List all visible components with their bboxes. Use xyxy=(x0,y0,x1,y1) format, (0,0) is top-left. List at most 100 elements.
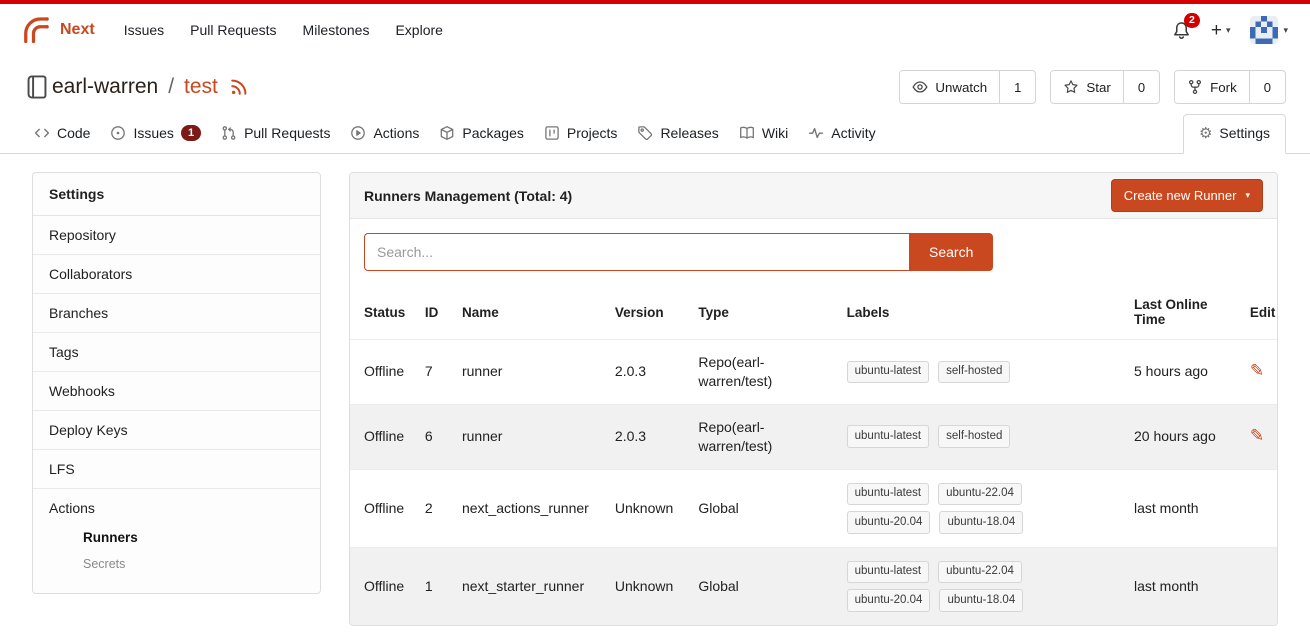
tab-issues[interactable]: Issues 1 xyxy=(100,116,211,153)
sidebar-item-lfs[interactable]: LFS xyxy=(33,450,320,489)
book-icon xyxy=(739,125,755,141)
repo-separator: / xyxy=(168,75,174,99)
col-header-name: Name xyxy=(452,285,605,340)
nav-link-pull-requests[interactable]: Pull Requests xyxy=(177,14,289,46)
sidebar-title: Settings xyxy=(33,173,320,216)
tab-releases[interactable]: Releases xyxy=(627,116,728,153)
sidebar-item-collaborators[interactable]: Collaborators xyxy=(33,255,320,294)
home-link[interactable]: Next xyxy=(22,15,95,45)
runner-type: Global xyxy=(688,547,836,625)
repo-owner-link[interactable]: earl-warren xyxy=(52,75,158,99)
runner-label-chip: ubuntu-22.04 xyxy=(938,483,1022,506)
create-runner-button[interactable]: Create new Runner ▾ xyxy=(1111,179,1263,212)
runner-label-chip: ubuntu-18.04 xyxy=(939,511,1023,534)
caret-down-icon: ▾ xyxy=(1226,25,1231,36)
notifications-button[interactable]: 2 xyxy=(1172,21,1191,40)
runner-status: Offline xyxy=(350,547,415,625)
repo-name-link[interactable]: test xyxy=(184,75,218,99)
play-circle-icon xyxy=(350,125,366,141)
user-menu[interactable]: ▾ xyxy=(1250,16,1288,44)
search-input[interactable] xyxy=(364,233,909,271)
runner-id: 6 xyxy=(415,404,452,469)
runner-type: Repo(earl-warren/test) xyxy=(688,340,836,405)
edit-runner-icon[interactable]: ✎ xyxy=(1250,361,1264,380)
forks-count[interactable]: 0 xyxy=(1249,71,1285,103)
col-header-type: Type xyxy=(688,285,836,340)
tab-pull-requests[interactable]: Pull Requests xyxy=(211,116,340,153)
sidebar-subitem-runners[interactable]: Runners xyxy=(49,524,304,551)
panel-title: Runners Management (Total: 4) xyxy=(364,188,572,204)
runners-panel-header: Runners Management (Total: 4) Create new… xyxy=(350,173,1277,219)
create-new-menu[interactable]: + ▾ xyxy=(1211,21,1231,40)
rss-icon[interactable] xyxy=(230,78,248,96)
repo-title: earl-warren / test xyxy=(52,75,248,99)
runner-version: 2.0.3 xyxy=(605,340,688,405)
plus-icon: + xyxy=(1211,21,1222,40)
fork-icon xyxy=(1187,79,1203,95)
repo-tabs: Code Issues 1 Pull Requests Actions Pack… xyxy=(0,114,1310,154)
runner-version: 2.0.3 xyxy=(605,404,688,469)
watchers-count[interactable]: 1 xyxy=(999,71,1035,103)
runners-table: Status ID Name Version Type Labels Last … xyxy=(350,285,1277,625)
main-nav: Issues Pull Requests Milestones Explore xyxy=(111,14,456,46)
runner-search-bar: Search xyxy=(350,219,1277,285)
sidebar-actions-label[interactable]: Actions xyxy=(49,500,304,516)
runner-label-chip: self-hosted xyxy=(938,425,1010,448)
unwatch-label: Unwatch xyxy=(935,80,987,95)
runner-id: 2 xyxy=(415,469,452,547)
runner-last-online: last month xyxy=(1124,469,1240,547)
brand-name: Next xyxy=(60,21,95,39)
tab-code[interactable]: Code xyxy=(24,116,100,153)
edit-runner-icon[interactable]: ✎ xyxy=(1250,426,1264,445)
unwatch-button[interactable]: Unwatch xyxy=(900,71,999,103)
star-button-group: Star 0 xyxy=(1050,70,1160,104)
tab-activity[interactable]: Activity xyxy=(798,116,885,153)
tab-label: Activity xyxy=(831,125,875,141)
search-button[interactable]: Search xyxy=(909,233,993,271)
sidebar-item-branches[interactable]: Branches xyxy=(33,294,320,333)
runner-id: 7 xyxy=(415,340,452,405)
nav-link-issues[interactable]: Issues xyxy=(111,14,177,46)
notification-count-badge: 2 xyxy=(1184,13,1200,28)
sidebar-subitem-secrets[interactable]: Secrets xyxy=(49,551,304,577)
runner-label-chip: self-hosted xyxy=(938,361,1010,384)
star-button[interactable]: Star xyxy=(1051,71,1122,103)
col-header-version: Version xyxy=(605,285,688,340)
tab-packages[interactable]: Packages xyxy=(429,116,533,153)
forgejo-logo-icon xyxy=(22,15,52,45)
sidebar-item-tags[interactable]: Tags xyxy=(33,333,320,372)
sidebar-item-deploy-keys[interactable]: Deploy Keys xyxy=(33,411,320,450)
table-header-row: Status ID Name Version Type Labels Last … xyxy=(350,285,1277,340)
tab-settings[interactable]: ⚙ Settings xyxy=(1183,114,1286,154)
navbar: Next Issues Pull Requests Milestones Exp… xyxy=(0,4,1310,56)
runner-label-chip: ubuntu-18.04 xyxy=(939,589,1023,612)
tab-projects[interactable]: Projects xyxy=(534,116,628,153)
runner-row: Offline 7 runner 2.0.3 Repo(earl-warren/… xyxy=(350,340,1277,405)
runner-label-chip: ubuntu-22.04 xyxy=(938,561,1022,584)
tab-actions[interactable]: Actions xyxy=(340,116,429,153)
sidebar-item-repository[interactable]: Repository xyxy=(33,216,320,255)
tab-label: Actions xyxy=(373,125,419,141)
nav-link-milestones[interactable]: Milestones xyxy=(290,14,383,46)
nav-link-explore[interactable]: Explore xyxy=(382,14,455,46)
runner-label-chip: ubuntu-latest xyxy=(847,561,930,584)
caret-down-icon: ▾ xyxy=(1245,190,1250,201)
runner-version: Unknown xyxy=(605,547,688,625)
sidebar-item-actions[interactable]: Actions Runners Secrets xyxy=(33,489,320,593)
runner-labels: ubuntu-latest ubuntu-22.04 ubuntu-20.04 … xyxy=(847,561,1062,612)
runner-row: Offline 1 next_starter_runner Unknown Gl… xyxy=(350,547,1277,625)
runners-panel: Runners Management (Total: 4) Create new… xyxy=(349,172,1278,626)
stars-count[interactable]: 0 xyxy=(1123,71,1159,103)
fork-button[interactable]: Fork xyxy=(1175,71,1249,103)
tab-label: Releases xyxy=(660,125,718,141)
runner-status: Offline xyxy=(350,469,415,547)
tag-icon xyxy=(637,125,653,141)
sidebar-item-webhooks[interactable]: Webhooks xyxy=(33,372,320,411)
tab-wiki[interactable]: Wiki xyxy=(729,116,798,153)
col-header-status: Status xyxy=(350,285,415,340)
runner-label-chip: ubuntu-20.04 xyxy=(847,511,931,534)
pulse-icon xyxy=(808,125,824,141)
tab-label: Packages xyxy=(462,125,523,141)
col-header-labels: Labels xyxy=(837,285,1124,340)
runner-name: runner xyxy=(452,404,605,469)
